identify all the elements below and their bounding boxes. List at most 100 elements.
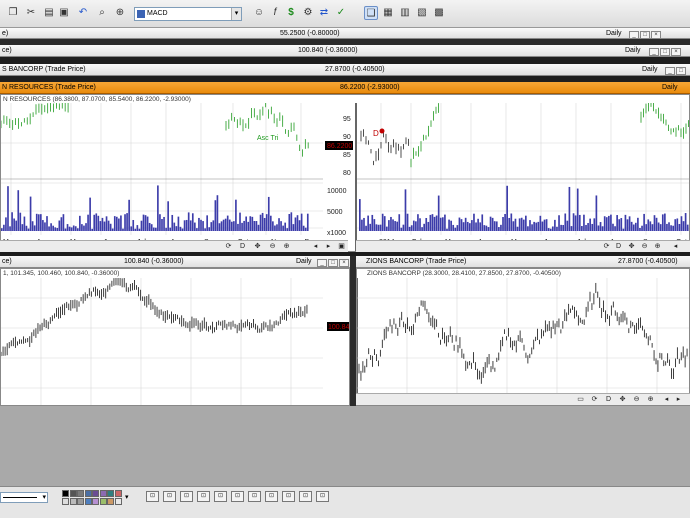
drawing-tool-icon[interactable]: ⊡: [282, 491, 295, 502]
person-icon[interactable]: ☺: [252, 6, 266, 20]
color-swatch[interactable]: [62, 498, 69, 505]
color-swatch[interactable]: [69, 498, 77, 505]
color-swatch[interactable]: [107, 490, 114, 497]
volume-bar: [363, 217, 365, 231]
minimize-icon[interactable]: _: [649, 48, 659, 56]
drawing-tool-icon[interactable]: ⊡: [146, 491, 159, 502]
zoom-in-icon[interactable]: ⊕: [282, 243, 291, 251]
sync-icon[interactable]: ⟳: [602, 243, 611, 251]
zoom-out-icon[interactable]: ⊖: [632, 396, 641, 404]
dollar-icon[interactable]: $: [284, 6, 298, 20]
color-swatch[interactable]: [92, 498, 99, 505]
copy-icon[interactable]: ❐: [6, 6, 20, 20]
window-2-titlebar[interactable]: ce) 100.840 (-0.36000) Daily _ □ ×: [0, 45, 690, 57]
volume-bar: [93, 214, 96, 231]
move-icon[interactable]: ✥: [627, 243, 636, 251]
drawing-tool-icon[interactable]: ⊡: [231, 491, 244, 502]
minimize-icon[interactable]: _: [629, 31, 639, 38]
clipboard-icon[interactable]: ▣: [57, 6, 71, 20]
search-icon[interactable]: ⌕: [95, 6, 109, 20]
scroll-right-icon[interactable]: ▸: [674, 396, 683, 404]
color-swatch[interactable]: [99, 490, 107, 497]
restore-icon[interactable]: □: [660, 48, 670, 56]
zoom-icon[interactable]: ⊕: [113, 6, 127, 20]
daily-button[interactable]: D: [614, 243, 623, 251]
restore-icon[interactable]: □: [640, 31, 650, 38]
daily-button[interactable]: D: [238, 243, 247, 251]
color-swatch[interactable]: [107, 498, 114, 505]
window-1-titlebar[interactable]: e) 55.2500 (-0.80000) Daily _ □ ×: [0, 28, 690, 39]
restore-icon[interactable]: □: [676, 67, 686, 75]
drawing-tool-icon[interactable]: ⊡: [180, 491, 193, 502]
sync-icon[interactable]: ⟳: [590, 396, 599, 404]
volume-bar: [175, 226, 178, 231]
drawing-tool-icon[interactable]: ⊡: [197, 491, 210, 502]
undo-icon[interactable]: ↶: [76, 6, 90, 20]
grid-icon[interactable]: ▦: [381, 6, 395, 20]
window-3-titlebar[interactable]: S BANCORP (Trade Price) 27.8700 (-0.4050…: [0, 64, 690, 76]
color-swatch[interactable]: [77, 498, 84, 505]
close-icon[interactable]: ×: [339, 259, 349, 267]
color-swatch[interactable]: [114, 498, 122, 505]
scroll-left-icon[interactable]: ◂: [662, 396, 671, 404]
zoom-in-icon[interactable]: ⊕: [646, 396, 655, 404]
chevron-down-icon[interactable]: ▾: [231, 8, 241, 20]
color-swatch[interactable]: [77, 490, 84, 497]
top-chart-svg: Asc TriMarAprMayJunJulAugSepOctNovDec959…: [1, 103, 689, 251]
layout-icon[interactable]: ▥: [398, 6, 412, 20]
close-icon[interactable]: ×: [671, 48, 681, 56]
window-icon[interactable]: ❑: [364, 6, 378, 20]
scissors-icon[interactable]: ✂: [24, 6, 38, 20]
line-style-combo[interactable]: ▾: [0, 492, 48, 503]
chevron-down-icon[interactable]: ▾: [125, 493, 129, 501]
color-swatch[interactable]: [69, 490, 77, 497]
color-swatch[interactable]: [92, 490, 99, 497]
color-swatch[interactable]: [99, 498, 107, 505]
function-icon[interactable]: f: [268, 6, 282, 20]
move-icon[interactable]: ✥: [253, 243, 262, 251]
volume-bar: [161, 219, 163, 231]
volume-bar: [144, 215, 147, 231]
move-icon[interactable]: ✥: [618, 396, 627, 404]
zoom-in-icon[interactable]: ⊕: [653, 243, 662, 251]
scroll-left-icon[interactable]: ◂: [671, 243, 680, 251]
drawing-tool-icon[interactable]: ⊡: [248, 491, 261, 502]
tile-icon[interactable]: ▧: [415, 6, 429, 20]
close-icon[interactable]: ×: [651, 31, 661, 38]
bottom-left-titlebar[interactable]: ce) 100.840 (-0.36000) Daily _ □ ×: [0, 256, 350, 268]
chevron-down-icon[interactable]: ▾: [42, 493, 46, 502]
color-swatch[interactable]: [114, 490, 122, 497]
paste-icon[interactable]: ▤: [42, 6, 56, 20]
daily-button[interactable]: D: [604, 396, 613, 404]
drawing-tool-icon[interactable]: ⊡: [265, 491, 278, 502]
volume-bar: [464, 217, 467, 231]
color-swatch[interactable]: [84, 490, 92, 497]
indicator-combo[interactable]: MACD ▾: [134, 7, 242, 21]
window-4-titlebar[interactable]: N RESOURCES (Trade Price) 86.2200 (-2.93…: [0, 82, 690, 94]
scroll-left-icon[interactable]: ◂: [311, 243, 320, 251]
minimize-icon[interactable]: _: [665, 67, 675, 75]
restore-icon[interactable]: □: [328, 259, 338, 267]
gear-icon[interactable]: ⚙: [301, 6, 315, 20]
arrows-icon[interactable]: ⇄: [317, 6, 331, 20]
drawing-tool-icon[interactable]: ⊡: [299, 491, 312, 502]
drawing-tool-icon[interactable]: ⊡: [163, 491, 176, 502]
drawing-tool-icon[interactable]: ⊡: [214, 491, 227, 502]
volume-bar: [111, 228, 114, 231]
minimize-icon[interactable]: _: [317, 259, 327, 267]
volume-bar: [558, 215, 560, 231]
scroll-right-icon[interactable]: ▸: [324, 243, 333, 251]
color-swatch[interactable]: [62, 490, 69, 497]
drawing-tool-icon[interactable]: ⊡: [316, 491, 329, 502]
expand-icon[interactable]: ▣: [337, 243, 346, 251]
sync-icon[interactable]: ⟳: [224, 243, 233, 251]
color-swatch[interactable]: [84, 498, 92, 505]
volume-bar: [37, 214, 40, 231]
settings-icon[interactable]: ▩: [432, 6, 446, 20]
checkmark-icon[interactable]: ✓: [334, 6, 348, 20]
volume-bar: [44, 222, 46, 231]
zoom-out-icon[interactable]: ⊖: [640, 243, 649, 251]
scroll-track[interactable]: ▭: [576, 396, 585, 404]
zoom-out-icon[interactable]: ⊖: [268, 243, 277, 251]
bottom-right-titlebar[interactable]: ZIONS BANCORP (Trade Price) 27.8700 (-0.…: [356, 256, 690, 268]
